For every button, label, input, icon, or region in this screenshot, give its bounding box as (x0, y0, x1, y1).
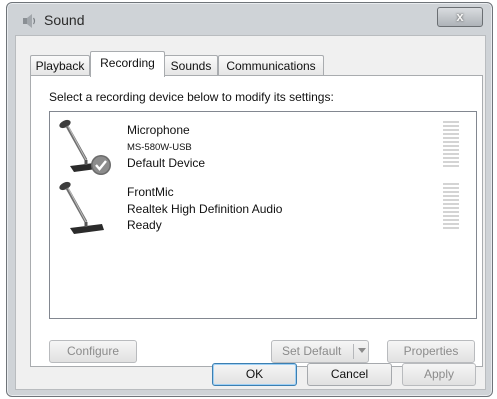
device-name: FrontMic (127, 185, 174, 199)
level-meter (443, 121, 459, 171)
device-status: Ready (127, 218, 162, 232)
chevron-down-icon[interactable] (358, 348, 366, 353)
recording-device-list[interactable]: Microphone MS-580W-USB Default Device Fr… (49, 111, 477, 319)
cancel-button[interactable]: Cancel (307, 363, 392, 386)
device-name: Microphone (127, 123, 190, 137)
dialog-client-area: Playback Recording Sounds Communications… (15, 35, 486, 390)
close-icon: x (456, 9, 464, 24)
device-description: MS-580W-USB (127, 142, 192, 153)
tab-recording[interactable]: Recording (90, 51, 165, 77)
tab-playback[interactable]: Playback (30, 55, 90, 76)
configure-button[interactable]: Configure (49, 340, 137, 363)
sound-dialog-window: Sound x Playback Recording Sounds Commun… (6, 2, 493, 397)
set-default-label: Set Default (282, 344, 342, 358)
split-divider (353, 344, 354, 359)
device-item-microphone[interactable]: Microphone MS-580W-USB Default Device (50, 116, 476, 180)
apply-button[interactable]: Apply (402, 363, 476, 386)
level-meter (443, 183, 459, 233)
device-description: Realtek High Definition Audio (127, 202, 283, 216)
microphone-icon (59, 181, 104, 234)
set-default-button[interactable]: Set Default (271, 340, 369, 363)
properties-button[interactable]: Properties (387, 340, 475, 363)
device-item-frontmic[interactable]: FrontMic Realtek High Definition Audio R… (50, 178, 476, 242)
speaker-icon (23, 14, 36, 28)
title-bar[interactable]: Sound x (7, 3, 492, 37)
tab-sounds[interactable]: Sounds (164, 55, 218, 76)
tab-communications[interactable]: Communications (218, 55, 324, 76)
recording-tab-panel: Select a recording device below to modif… (30, 75, 483, 367)
ok-button[interactable]: OK (212, 363, 297, 386)
default-check-icon (91, 155, 111, 175)
device-status: Default Device (127, 156, 206, 170)
close-button[interactable]: x (437, 7, 483, 27)
window-title: Sound (44, 12, 85, 28)
instruction-text: Select a recording device below to modif… (49, 90, 334, 104)
